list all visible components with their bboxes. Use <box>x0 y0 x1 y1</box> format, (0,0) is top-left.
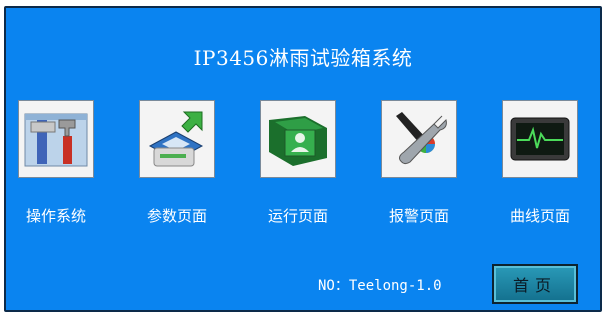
parameter-page-label: 参数页面 <box>146 207 207 225</box>
alarm-page-button[interactable] <box>381 100 457 178</box>
run-page-button[interactable] <box>260 100 336 178</box>
disk-transfer-icon <box>148 111 204 167</box>
tools-icon <box>24 113 88 167</box>
hmi-screen: IP3456淋雨试验箱系统 操作系统 参数页面 运行页面 报警页面 曲线页面 N… <box>4 6 602 312</box>
alarm-page-label: 报警页面 <box>388 207 449 225</box>
operation-system-label: 操作系统 <box>25 207 86 225</box>
curve-page-button[interactable] <box>502 100 578 178</box>
parameter-page-button[interactable] <box>139 100 215 178</box>
operation-system-button[interactable] <box>18 100 94 178</box>
run-page-label: 运行页面 <box>267 207 328 225</box>
brush-wrench-icon <box>396 112 447 165</box>
version-text: NO：Teelong-1.0 <box>318 278 442 294</box>
curve-page-label: 曲线页面 <box>509 207 570 225</box>
user-book-icon <box>269 116 327 166</box>
monitor-curve-icon <box>510 117 570 161</box>
page-title: IP3456淋雨试验箱系统 <box>193 46 413 70</box>
home-button[interactable]: 首页 <box>492 264 578 304</box>
